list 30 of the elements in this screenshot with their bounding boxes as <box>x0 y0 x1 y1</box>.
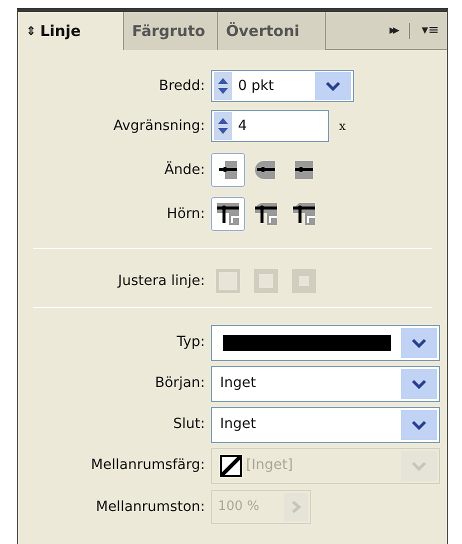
butt-cap-button[interactable] <box>211 153 245 187</box>
field-label: Mellanrumsfärg: <box>90 456 206 475</box>
more-tabs-button[interactable]: ▸▸ <box>390 20 397 40</box>
align-style-icon <box>251 266 281 296</box>
field-label: Början: <box>154 374 206 393</box>
field-label: Hörn: <box>166 204 206 224</box>
width-field[interactable]: 0 pkt <box>211 70 354 102</box>
no-color-swatch-icon <box>220 454 242 476</box>
miter-limit-field[interactable]: 4 <box>211 110 329 142</box>
panel-menu-button[interactable]: ▾≡ <box>422 20 439 40</box>
spinner-icon[interactable] <box>214 72 232 100</box>
dropdown-field[interactable] <box>211 324 440 360</box>
collapse-icon: ⇕ <box>26 22 36 40</box>
field-label: Typ: <box>176 333 206 352</box>
align-style-icon <box>289 266 319 296</box>
panel-tab[interactable]: Färgruto <box>124 12 218 50</box>
unit-label: x <box>339 118 346 135</box>
align-style-icon <box>213 266 243 296</box>
dropdown-field[interactable]: Inget <box>211 406 440 442</box>
panel-tab[interactable]: Övertoni <box>218 12 326 50</box>
dropdown-field[interactable]: Inget <box>211 366 440 402</box>
field-label: Avgränsning: <box>112 116 206 136</box>
miter-join-button[interactable] <box>211 197 245 231</box>
field-label: Bredd: <box>158 76 206 96</box>
panel-tab[interactable]: ⇕ Linje <box>18 12 124 50</box>
field-label: Mellanrumston: <box>94 498 206 516</box>
field-label: Slut: <box>172 415 206 434</box>
field-label: Ände: <box>163 160 206 180</box>
field-label: Justera linje: <box>116 272 206 290</box>
spinner-icon[interactable] <box>214 112 232 140</box>
